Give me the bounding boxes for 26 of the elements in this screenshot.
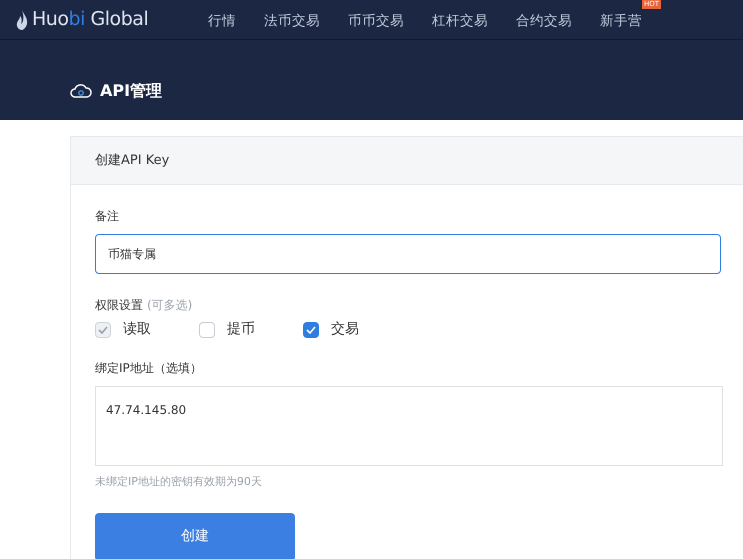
field-label: 权限设置 — [95, 297, 143, 314]
field-label: 备注 — [95, 208, 120, 225]
nav-link[interactable]: 杠杆交易 — [432, 12, 488, 28]
flame-logo-icon — [16, 8, 28, 30]
note-field[interactable]: 币猫专属 — [95, 234, 721, 274]
checkbox-label: 读取 — [123, 320, 151, 339]
field-hint: (可多选) — [147, 297, 192, 314]
cloud-icon — [70, 83, 92, 99]
checkbox[interactable] — [199, 322, 215, 338]
check-icon — [306, 326, 316, 334]
check-icon — [98, 326, 108, 334]
create-button[interactable]: 创建 — [95, 512, 295, 559]
help-text: 未绑定IP地址的密钥有效期为90天 — [95, 474, 263, 490]
nav-link[interactable]: 合约交易 — [516, 12, 572, 28]
logo-text: Huobi Global — [32, 7, 148, 32]
nav-link[interactable]: 法币交易 — [264, 12, 320, 28]
page-title: API管理 — [100, 80, 162, 102]
checkbox[interactable] — [303, 322, 319, 338]
card-title: 创建API Key — [95, 152, 170, 170]
field-label: 绑定IP地址（选填） — [95, 360, 203, 377]
nav-link[interactable]: 币币交易 — [348, 12, 404, 28]
checkbox-label: 交易 — [331, 320, 359, 339]
nav-link[interactable]: 行情 — [208, 12, 236, 28]
nav-link[interactable]: 新手营 — [600, 12, 642, 28]
checkbox-label: 提币 — [227, 320, 255, 339]
ip-address-field[interactable]: 47.74.145.80 — [95, 386, 723, 466]
